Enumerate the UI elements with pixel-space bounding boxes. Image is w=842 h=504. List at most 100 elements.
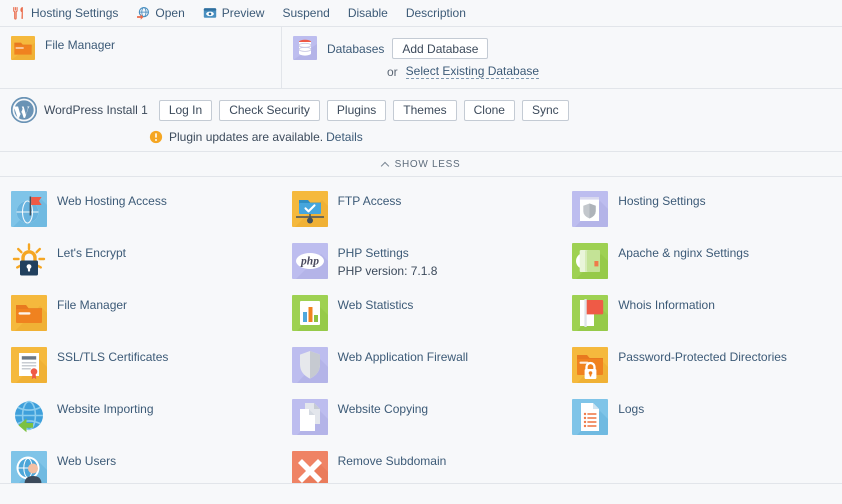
select-existing-database-link[interactable]: Select Existing Database (405, 64, 540, 79)
grid-item-php-settings[interactable]: php PHP Settings PHP version: 7.1.8 (281, 235, 562, 287)
grid-item-title: Whois Information (618, 298, 715, 312)
databases-link[interactable]: Databases (327, 42, 384, 56)
web-statistics-icon (291, 295, 328, 331)
grid-item-logs[interactable]: Logs (561, 391, 842, 443)
page-background-below (0, 484, 842, 504)
file-manager-body: File Manager (45, 36, 115, 52)
toolbar-label: Preview (221, 6, 265, 20)
plesk-domain-panel: Hosting Settings Open Preview Suspend Di… (0, 0, 842, 504)
wordpress-install-row: WordPress Install 1 Log In Check Securit… (0, 89, 842, 152)
preview-window-icon (203, 8, 216, 18)
wp-button-log-in[interactable]: Log In (158, 99, 213, 121)
grid-item-text: Hosting Settings (618, 191, 705, 209)
grid-item-password-protected-directories[interactable]: Password-Protected Directories (561, 339, 842, 391)
wordpress-warning: Plugin updates are available. Details (149, 130, 832, 144)
file-manager-link[interactable]: File Manager (45, 38, 115, 52)
wp-button-themes[interactable]: Themes (393, 99, 457, 121)
grid-item-title: Remove Subdomain (337, 454, 447, 468)
domain-toolbar: Hosting Settings Open Preview Suspend Di… (0, 0, 842, 27)
web-hosting-access-icon (11, 191, 47, 227)
databases-entry: Databases Add Database or Select Existin… (293, 36, 832, 79)
grid-item-text: SSL/TLS Certificates (57, 347, 168, 365)
grid-item-title: Web Hosting Access (57, 194, 167, 208)
remove-subdomain-icon (291, 451, 328, 487)
web-app-firewall-icon (291, 347, 328, 383)
grid-item-title: FTP Access (337, 194, 402, 208)
grid-item-title: Web Application Firewall (337, 350, 469, 364)
grid-item-title: SSL/TLS Certificates (57, 350, 169, 364)
website-importing-icon (11, 399, 47, 435)
grid-item-text: Apache & nginx Settings (618, 243, 749, 261)
grid-item-title: Website Importing (57, 402, 154, 416)
grid-item-text: Whois Information (618, 295, 715, 313)
toolbar-item-open[interactable]: Open (127, 0, 193, 26)
grid-item-text: Web Hosting Access (57, 191, 167, 209)
grid-item-web-hosting-access[interactable]: Web Hosting Access (0, 183, 281, 235)
show-less-toggle[interactable]: SHOW LESS (0, 152, 842, 177)
file-manager-line: File Manager (45, 38, 115, 52)
file-manager-icon (11, 295, 47, 331)
wp-button-clone[interactable]: Clone (463, 99, 515, 121)
or-label: or (387, 64, 398, 79)
grid-item-text: Logs (618, 399, 644, 417)
grid-item-text: Remove Subdomain (338, 451, 447, 469)
wordpress-install-name: WordPress Install 1 (44, 103, 148, 117)
grid-item-web-statistics[interactable]: Web Statistics (281, 287, 562, 339)
grid-item-text: Let's Encrypt (57, 243, 126, 261)
toolbar-item-description[interactable]: Description (397, 0, 475, 26)
grid-item-file-manager[interactable]: File Manager (0, 287, 281, 339)
grid-item-text: File Manager (57, 295, 127, 313)
lets-encrypt-icon (11, 243, 47, 279)
databases-line-1: Databases Add Database (327, 38, 539, 59)
warning-icon (149, 130, 163, 144)
toolbar-item-preview[interactable]: Preview (194, 0, 274, 26)
file-manager-databases-row: File Manager Databases Add Database or S… (0, 27, 842, 89)
grid-item-hosting-settings[interactable]: Hosting Settings (561, 183, 842, 235)
grid-item-text: PHP Settings PHP version: 7.1.8 (338, 243, 438, 279)
chevron-up-icon (382, 162, 390, 167)
logs-icon (572, 399, 609, 435)
grid-item-ftp-access[interactable]: FTP Access (281, 183, 562, 235)
grid-item-title: PHP Settings (337, 246, 409, 260)
grid-item-text: Web Application Firewall (338, 347, 469, 365)
whois-information-icon (572, 295, 609, 331)
grid-item-title: Web Statistics (337, 298, 414, 312)
toolbar-label: Hosting Settings (31, 6, 119, 20)
databases-body: Databases Add Database or Select Existin… (327, 36, 540, 79)
grid-item-web-application-firewall[interactable]: Web Application Firewall (281, 339, 562, 391)
grid-item-title: Hosting Settings (618, 194, 706, 208)
hosting-settings-icon (572, 191, 609, 227)
grid-item-website-importing[interactable]: Website Importing (0, 391, 281, 443)
grid-item-whois-information[interactable]: Whois Information (561, 287, 842, 339)
toolbar-item-suspend[interactable]: Suspend (273, 0, 338, 26)
wp-button-check-security[interactable]: Check Security (219, 99, 320, 121)
grid-item-text: Web Users (57, 451, 116, 469)
grid-item-lets-encrypt[interactable]: Let's Encrypt (0, 235, 281, 287)
wordpress-warning-text: Plugin updates are available. (169, 130, 324, 144)
toolbar-label: Suspend (282, 6, 330, 20)
grid-item-text: Website Importing (57, 399, 154, 417)
grid-item-text: Web Statistics (338, 295, 414, 313)
grid-item-subtitle: PHP version: 7.1.8 (337, 264, 438, 278)
svg-text:php: php (300, 256, 319, 268)
grid-item-title: Password-Protected Directories (618, 350, 787, 364)
grid-item-title: Logs (618, 402, 645, 416)
file-manager-entry[interactable]: File Manager (11, 36, 271, 60)
add-database-button[interactable]: Add Database (392, 38, 489, 59)
wordpress-line: WordPress Install 1 Log In Check Securit… (11, 97, 832, 123)
wp-button-sync[interactable]: Sync (521, 99, 569, 121)
tools-icon (13, 7, 23, 20)
toolbar-item-hosting-settings[interactable]: Hosting Settings (8, 0, 127, 26)
wp-button-plugins[interactable]: Plugins (326, 99, 387, 121)
grid-item-ssl-tls-certificates[interactable]: SSL/TLS Certificates (0, 339, 281, 391)
grid-item-apache-nginx-settings[interactable]: Apache & nginx Settings (561, 235, 842, 287)
grid-item-text: Website Copying (338, 399, 429, 417)
toolbar-label: Disable (347, 6, 388, 20)
web-users-icon (11, 451, 47, 487)
open-external-icon (137, 7, 150, 20)
grid-item-title: Apache & nginx Settings (618, 246, 749, 260)
grid-item-website-copying[interactable]: Website Copying (281, 391, 562, 443)
wordpress-warning-details-link[interactable]: Details (326, 130, 363, 144)
password-protected-icon (572, 347, 609, 383)
toolbar-item-disable[interactable]: Disable (339, 0, 397, 26)
